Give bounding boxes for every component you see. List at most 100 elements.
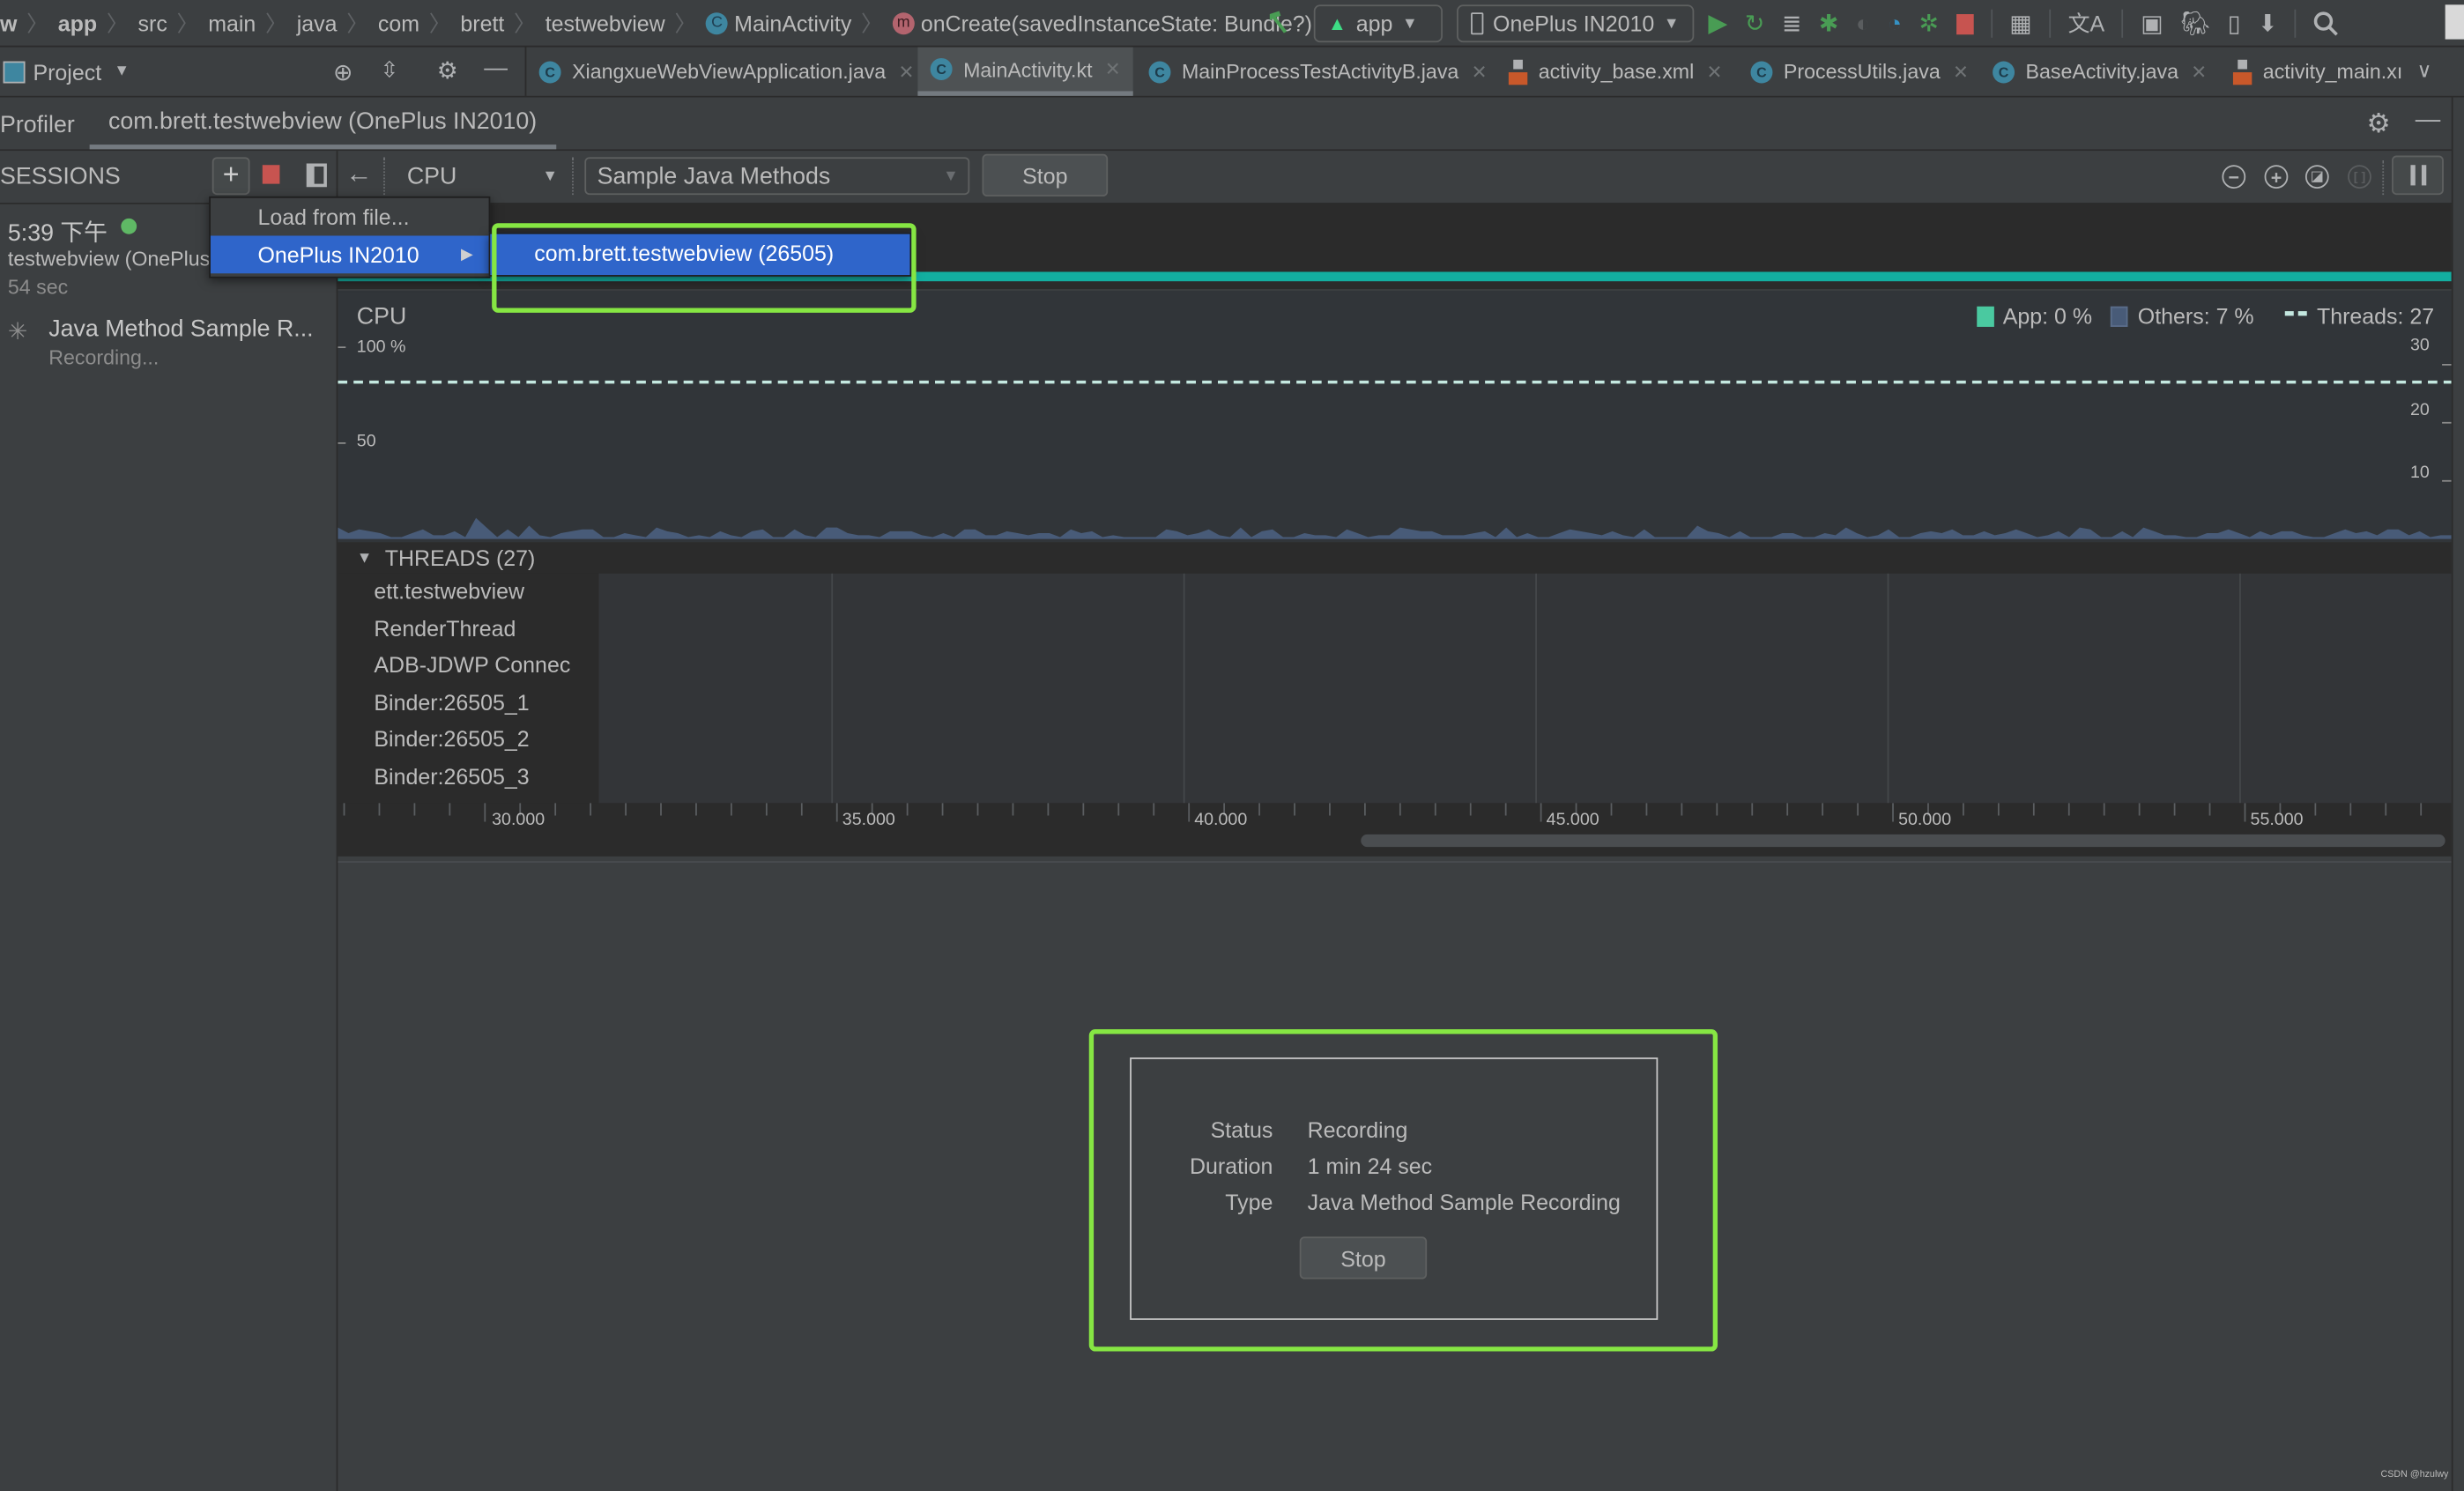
avd-manager-icon[interactable]: ▣: [2141, 8, 2163, 40]
menu-item-device[interactable]: OnePlus IN2010 ▶: [210, 235, 489, 274]
breadcrumb-item[interactable]: testwebview: [545, 11, 665, 36]
chevron-down-icon: ▼: [1402, 14, 1418, 33]
thread-timeline[interactable]: [598, 573, 2452, 804]
close-icon[interactable]: ✕: [898, 61, 914, 83]
status-value: Recording: [1307, 1116, 1408, 1143]
add-session-menu: Load from file... OnePlus IN2010 ▶: [209, 196, 491, 278]
gear-icon[interactable]: ⚙: [2366, 108, 2390, 140]
coverage-icon[interactable]: ◐: [1856, 8, 1870, 40]
breadcrumb-item[interactable]: MainActivity: [734, 11, 851, 36]
editor-tab[interactable]: C MainProcessTestActivityB.java ✕: [1148, 47, 1488, 95]
run-icon[interactable]: ▶: [1708, 8, 1727, 40]
tab-label: XiangxueWebViewApplication.java: [572, 59, 887, 84]
minimize-icon[interactable]: —: [484, 55, 508, 81]
time-axis-ticks: [343, 803, 2423, 822]
stop-recording-button[interactable]: Stop: [982, 153, 1109, 197]
collapse-triangle-icon[interactable]: ▼: [357, 549, 373, 567]
search-icon[interactable]: [2314, 8, 2340, 40]
back-arrow-icon[interactable]: ←: [345, 159, 372, 190]
horizontal-scrollbar[interactable]: [1361, 834, 2445, 848]
device-manager-icon[interactable]: ▯: [2228, 8, 2241, 40]
breadcrumb-item[interactable]: brett: [460, 11, 504, 36]
grid-line: [1887, 573, 1889, 804]
toolbar-divider: [2295, 9, 2297, 38]
threads-section: ▼ THREADS (27) ett.testwebview RenderThr…: [338, 542, 2452, 857]
stop-label: Stop: [1022, 162, 1068, 189]
editor-tab[interactable]: activity_main.xı: [2232, 47, 2402, 95]
run-config-label: app: [1355, 11, 1393, 37]
editor-tab[interactable]: C XiangxueWebViewApplication.java ✕: [538, 47, 914, 95]
close-icon[interactable]: ✕: [1953, 61, 1969, 83]
android-icon: ▲: [1327, 12, 1347, 35]
breadcrumb-item[interactable]: main: [208, 11, 256, 36]
duration-label: Duration: [1190, 1153, 1273, 1179]
recording-config-select[interactable]: Sample Java Methods ▼: [584, 157, 970, 196]
build-hammer-icon[interactable]: [1265, 8, 1293, 36]
apply-code-changes-icon[interactable]: ≣: [1782, 8, 1801, 40]
add-session-button[interactable]: +: [212, 157, 250, 196]
breadcrumb-item[interactable]: com: [378, 11, 419, 36]
breadcrumb-item[interactable]: src: [138, 11, 167, 36]
menu-item-load-from-file[interactable]: Load from file...: [211, 198, 489, 236]
duration-row: Duration 1 min 24 sec: [1132, 1153, 1432, 1179]
attach-debugger-icon[interactable]: ✲: [1919, 8, 1939, 40]
thread-row[interactable]: ADB-JDWP Connec: [374, 652, 570, 678]
sdk-manager-icon[interactable]: ⬇: [2258, 8, 2277, 40]
apply-changes-icon[interactable]: ↻: [1745, 8, 1764, 40]
threads-header[interactable]: ▼ THREADS (27): [338, 542, 2451, 574]
thread-row[interactable]: Binder:26505_2: [374, 726, 529, 752]
chevron-down-icon[interactable]: ▼: [114, 63, 130, 80]
stop-session-icon[interactable]: [262, 165, 280, 184]
loading-spinner-icon: ✳: [7, 318, 28, 346]
locate-icon[interactable]: ⊕: [333, 58, 353, 86]
time-axis-label: 35.000: [842, 811, 895, 830]
breadcrumb-item[interactable]: app: [58, 11, 97, 36]
menu-item-label: Load from file...: [257, 204, 410, 230]
pause-live-button[interactable]: [2392, 155, 2444, 196]
thread-row[interactable]: ett.testwebview: [374, 578, 524, 604]
close-icon[interactable]: ✕: [2191, 61, 2207, 83]
breadcrumb-item[interactable]: java: [297, 11, 338, 36]
profiler-title: Profiler: [0, 111, 75, 138]
device-select[interactable]: OnePlus IN2010 ▼: [1457, 4, 1695, 43]
minimize-icon[interactable]: —: [2416, 107, 2441, 135]
thread-row[interactable]: Binder:26505_1: [374, 690, 529, 716]
reset-zoom-icon[interactable]: ◪: [2304, 165, 2329, 189]
show-all-tabs-chevron-icon[interactable]: ∨: [2417, 58, 2432, 84]
zoom-out-icon[interactable]: −: [2222, 165, 2246, 189]
close-icon[interactable]: ✕: [1105, 58, 1121, 80]
close-icon[interactable]: ✕: [1707, 61, 1723, 83]
editor-tab-active[interactable]: C MainActivity.kt ✕: [917, 47, 1133, 96]
recording-title: Java Method Sample R...: [48, 315, 314, 343]
stop-button[interactable]: Stop: [1299, 1236, 1428, 1280]
close-icon[interactable]: ✕: [1472, 61, 1488, 83]
gear-icon[interactable]: ⚙: [437, 56, 458, 85]
recording-item[interactable]: ✳ Java Method Sample R... Recording...: [0, 311, 337, 374]
translate-icon[interactable]: 文A: [2068, 8, 2105, 40]
profiler-session-tab[interactable]: com.brett.testwebview (OnePlus IN2010): [89, 98, 556, 150]
tab-label: BaseActivity.java: [2025, 59, 2179, 84]
profile-icon[interactable]: ◔: [1888, 8, 1902, 40]
breadcrumb-item[interactable]: w: [0, 11, 17, 36]
editor-tab[interactable]: activity_base.xml ✕: [1508, 47, 1723, 95]
gradle-sync-icon[interactable]: 🐘︎: [2180, 8, 2210, 40]
breadcrumb-separator: 〉: [176, 11, 199, 37]
collapse-all-icon[interactable]: ⇳: [381, 56, 399, 83]
cpu-chart[interactable]: CPU App: 0 % Others: 7 % Threads: 27 100…: [338, 290, 2452, 543]
user-avatar[interactable]: [2445, 4, 2464, 40]
editor-tab[interactable]: C ProcessUtils.java ✕: [1750, 47, 1969, 95]
breadcrumb-item[interactable]: onCreate(savedInstanceState: Bundle?): [921, 11, 1312, 36]
sessions-panel: 5:39 下午 testwebview (OnePlus 54 sec ✳ Ja…: [0, 204, 338, 1491]
project-structure-icon[interactable]: ▦: [2009, 8, 2031, 40]
editor-tab[interactable]: C BaseActivity.java ✕: [1993, 47, 2207, 95]
thread-row[interactable]: RenderThread: [374, 616, 516, 642]
thread-row[interactable]: Binder:26505_3: [374, 764, 529, 790]
debug-icon[interactable]: ✱: [1819, 8, 1838, 40]
project-panel-title[interactable]: Project: [33, 59, 101, 85]
stop-icon[interactable]: [1956, 8, 1974, 40]
collapse-sessions-icon[interactable]: [306, 163, 327, 188]
monitor-select[interactable]: CPU ▼: [396, 157, 562, 195]
zoom-in-icon[interactable]: +: [2264, 165, 2289, 189]
type-row: Type Java Method Sample Recording: [1132, 1190, 1621, 1215]
run-config-select[interactable]: ▲ app ▼: [1313, 4, 1443, 43]
